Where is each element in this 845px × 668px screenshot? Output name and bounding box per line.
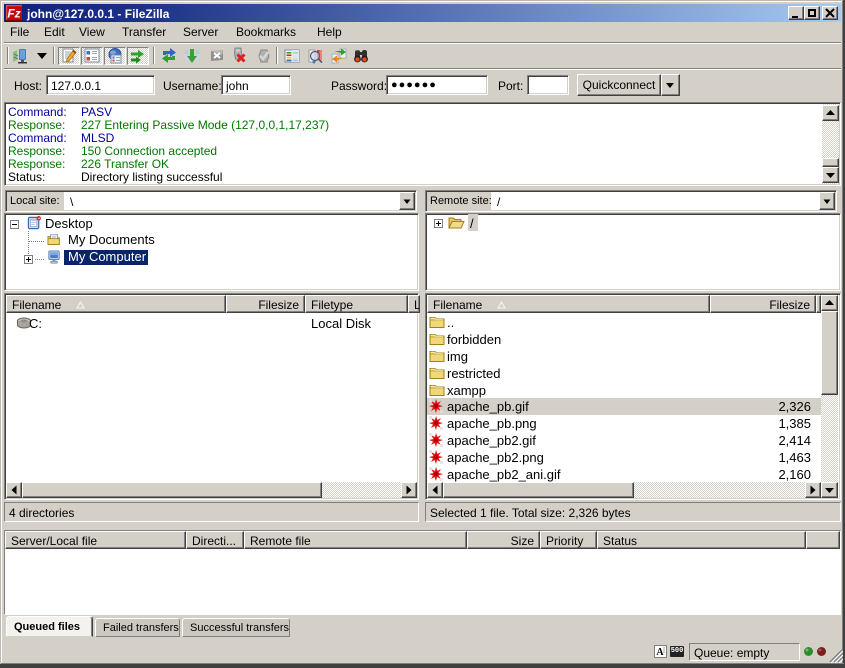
svg-text:Fz: Fz	[7, 7, 20, 21]
